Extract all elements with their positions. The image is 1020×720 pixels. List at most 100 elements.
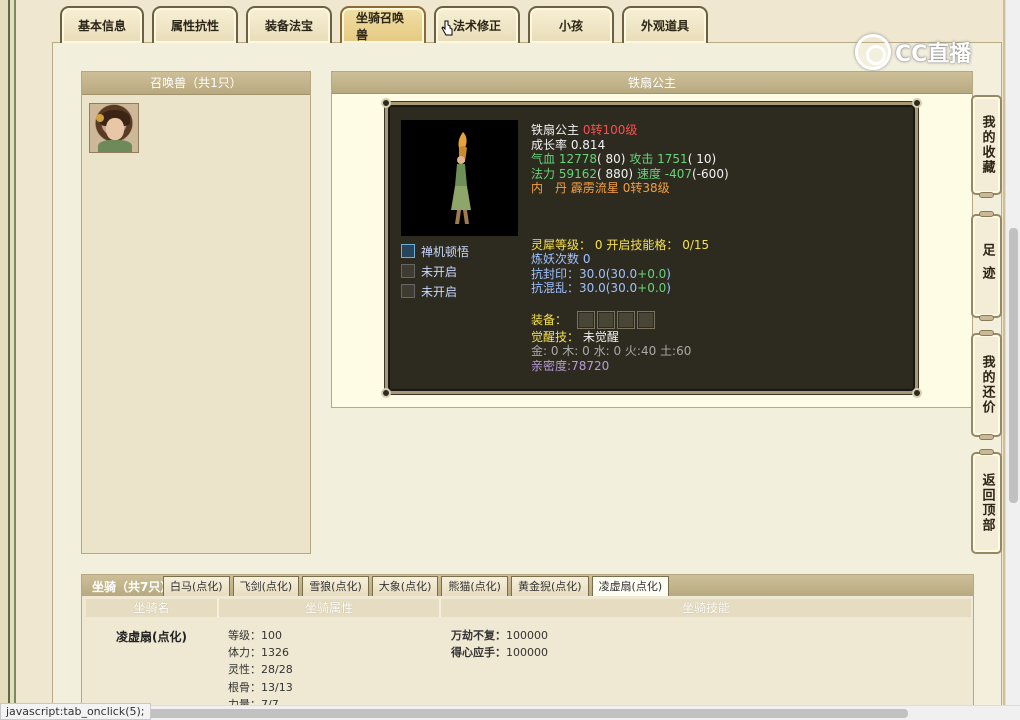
- tab-label: 基本信息: [77, 19, 126, 33]
- attr-label: 根骨：: [228, 680, 261, 694]
- equip-slot-4[interactable]: [636, 311, 655, 329]
- footprint-button[interactable]: 足迹: [971, 211, 1002, 321]
- my-bargain-button[interactable]: 我的还价: [971, 330, 1002, 440]
- watermark-text: CC直播: [895, 42, 972, 67]
- skill-label: 万劫不复：: [451, 629, 506, 642]
- mount-header: 坐骑（共7只） 白马(点化) 飞剑(点化) 雪狼(点化) 大象(点化) 熊猫(点…: [82, 575, 973, 596]
- top-tab-bar: 基本信息 属性抗性 装备法宝 坐骑召唤兽 法术修正 小孩 外观道具: [60, 6, 708, 43]
- skill-locked-icon: [401, 284, 415, 298]
- side-btn-label: 足迹: [979, 243, 995, 289]
- pet-name: 铁扇公主: [531, 123, 580, 137]
- skill-row[interactable]: 未开启: [401, 281, 521, 301]
- mount-attr-list: 等级：100 体力：1326 灵性：28/28 根骨：13/13 力量：7/7: [228, 627, 293, 713]
- neidan-label: 内 丹: [531, 181, 568, 195]
- horizontal-scrollbar[interactable]: [0, 705, 1020, 720]
- mp-label: 法力: [531, 166, 556, 181]
- mp-extra: ( 880): [597, 166, 634, 181]
- mp-value: 59162: [558, 166, 598, 181]
- equip-slot-1[interactable]: [576, 311, 595, 329]
- stat-hp-atk-row: 气血 12778( 80) 攻击 1751( 10): [531, 152, 911, 167]
- pet-list-header: 召唤兽（共1只）: [82, 72, 310, 95]
- mount-section: 坐骑（共7只） 白马(点化) 飞剑(点化) 雪狼(点化) 大象(点化) 熊猫(点…: [81, 574, 974, 711]
- tab-label: 法术修正: [452, 19, 501, 33]
- col-mount-name: 坐骑名: [86, 599, 219, 617]
- lianyao-label: 炼妖次数: [531, 252, 580, 266]
- tab-mount-pet[interactable]: 坐骑召唤兽: [340, 6, 426, 43]
- hp-value: 12778: [558, 152, 598, 166]
- resist-seal-label: 抗封印: [531, 266, 568, 281]
- tab-label: 坐骑召唤兽: [356, 10, 405, 42]
- back-to-top-button[interactable]: 返回顶部: [971, 449, 1002, 554]
- resist-seal-value: 30.0: [579, 266, 606, 281]
- mount-tab-lingxushan[interactable]: 凌虚扇(点化): [591, 576, 670, 596]
- stat-wuxing-row: 金: 0 木: 0 水: 0 火:40 土:60: [531, 344, 911, 359]
- knob-decoration: [979, 449, 994, 455]
- knob-decoration: [979, 315, 994, 321]
- cc-live-logo-icon: [855, 34, 891, 70]
- tab-child[interactable]: 小孩: [528, 6, 614, 43]
- tab-basic-info[interactable]: 基本信息: [60, 6, 144, 43]
- tab-attr-resist[interactable]: 属性抗性: [152, 6, 238, 43]
- corner-ornament: [381, 388, 391, 398]
- skill-chanji-icon: [401, 244, 415, 258]
- skill-value: 100000: [506, 646, 548, 660]
- mount-tab-xiongmao[interactable]: 熊猫(点化): [441, 576, 508, 596]
- skill-row[interactable]: 禅机顿悟: [401, 241, 521, 261]
- attr-value: 100: [261, 629, 282, 642]
- skill-row[interactable]: 未开启: [401, 261, 521, 281]
- pet-detail-header: 铁扇公主: [332, 72, 972, 94]
- speed-label: 速度: [636, 166, 661, 181]
- skill-label: 得心应手：: [451, 646, 506, 660]
- horizontal-scroll-thumb[interactable]: [132, 709, 908, 718]
- vertical-scroll-thumb[interactable]: [1009, 228, 1018, 503]
- vertical-scrollbar[interactable]: [1005, 0, 1020, 705]
- resist-chaos-base: (30.0: [605, 281, 638, 295]
- lianyao-value: 0: [582, 252, 591, 266]
- tab-equip[interactable]: 装备法宝: [246, 6, 332, 43]
- tab-label: 属性抗性: [170, 19, 219, 33]
- col-mount-attr: 坐骑属性: [219, 599, 441, 617]
- stat-mp-spd-row: 法力 59162( 880) 速度 -407(-600): [531, 167, 911, 182]
- equip-slot-3[interactable]: [616, 311, 635, 329]
- neidan-level: 0转38级: [622, 181, 670, 195]
- mount-tab-xuelang[interactable]: 雪狼(点化): [302, 576, 369, 596]
- equip-slot-2[interactable]: [596, 311, 615, 329]
- stat-equip-row: 装备：: [531, 310, 911, 330]
- mount-skill-list: 万劫不复：100000 得心应手：100000: [451, 627, 548, 661]
- avatar-body: [98, 140, 132, 152]
- mount-tab-baima[interactable]: 白马(点化): [163, 576, 230, 596]
- stat-lingxi-row: 灵犀等级： 0 开启技能格： 0/15: [531, 237, 710, 252]
- stat-qinmi-row: 亲密度:78720: [531, 358, 610, 373]
- growth-label: 成长率: [531, 137, 568, 152]
- tab-appearance[interactable]: 外观道具: [622, 6, 708, 43]
- awaken-label: 觉醒技: [531, 329, 568, 344]
- my-favorites-button[interactable]: 我的收藏: [971, 95, 1002, 198]
- growth-value: 0.814: [570, 137, 606, 152]
- mount-tab-huangjinni[interactable]: 黄金猊(点化): [510, 576, 589, 596]
- stat-lianyao-row: 炼妖次数 0: [531, 252, 911, 267]
- mount-tab-daxiang[interactable]: 大象(点化): [371, 576, 439, 596]
- knob-decoration: [979, 434, 994, 440]
- skill-slot-label: 开启技能格: [606, 237, 667, 252]
- mount-tab-feijian[interactable]: 飞剑(点化): [232, 576, 300, 596]
- left-decorative-border: [0, 0, 22, 720]
- mount-skill-row: 万劫不复：100000: [451, 627, 548, 644]
- hp-extra: ( 80): [597, 152, 626, 166]
- skill-locked-icon: [401, 264, 415, 278]
- knob-decoration: [979, 211, 994, 217]
- mount-subtab-bar: 白马(点化) 飞剑(点化) 雪狼(点化) 大象(点化) 熊猫(点化) 黄金猊(点…: [163, 576, 670, 596]
- pet-avatar-thumbnail[interactable]: [89, 103, 139, 153]
- avatar-ornament: [96, 114, 104, 122]
- resist-chaos-value: 30.0: [579, 281, 606, 295]
- hp-label: 气血: [531, 152, 556, 166]
- skill-slot-value: 0/15: [682, 237, 710, 252]
- intimacy-label: 亲密度: [531, 358, 568, 373]
- tab-label: 装备法宝: [264, 19, 313, 33]
- status-bar: javascript:tab_onclick(5);: [0, 703, 151, 720]
- mount-title: 坐骑（共7只）: [92, 580, 173, 594]
- side-btn-label: 我的还价: [979, 355, 995, 415]
- skill-name: 未开启: [421, 284, 458, 299]
- pet-info-card: 禅机顿悟 未开启 未开启 铁扇公主 0转100级 成长率 0.814 气血 12…: [381, 98, 922, 398]
